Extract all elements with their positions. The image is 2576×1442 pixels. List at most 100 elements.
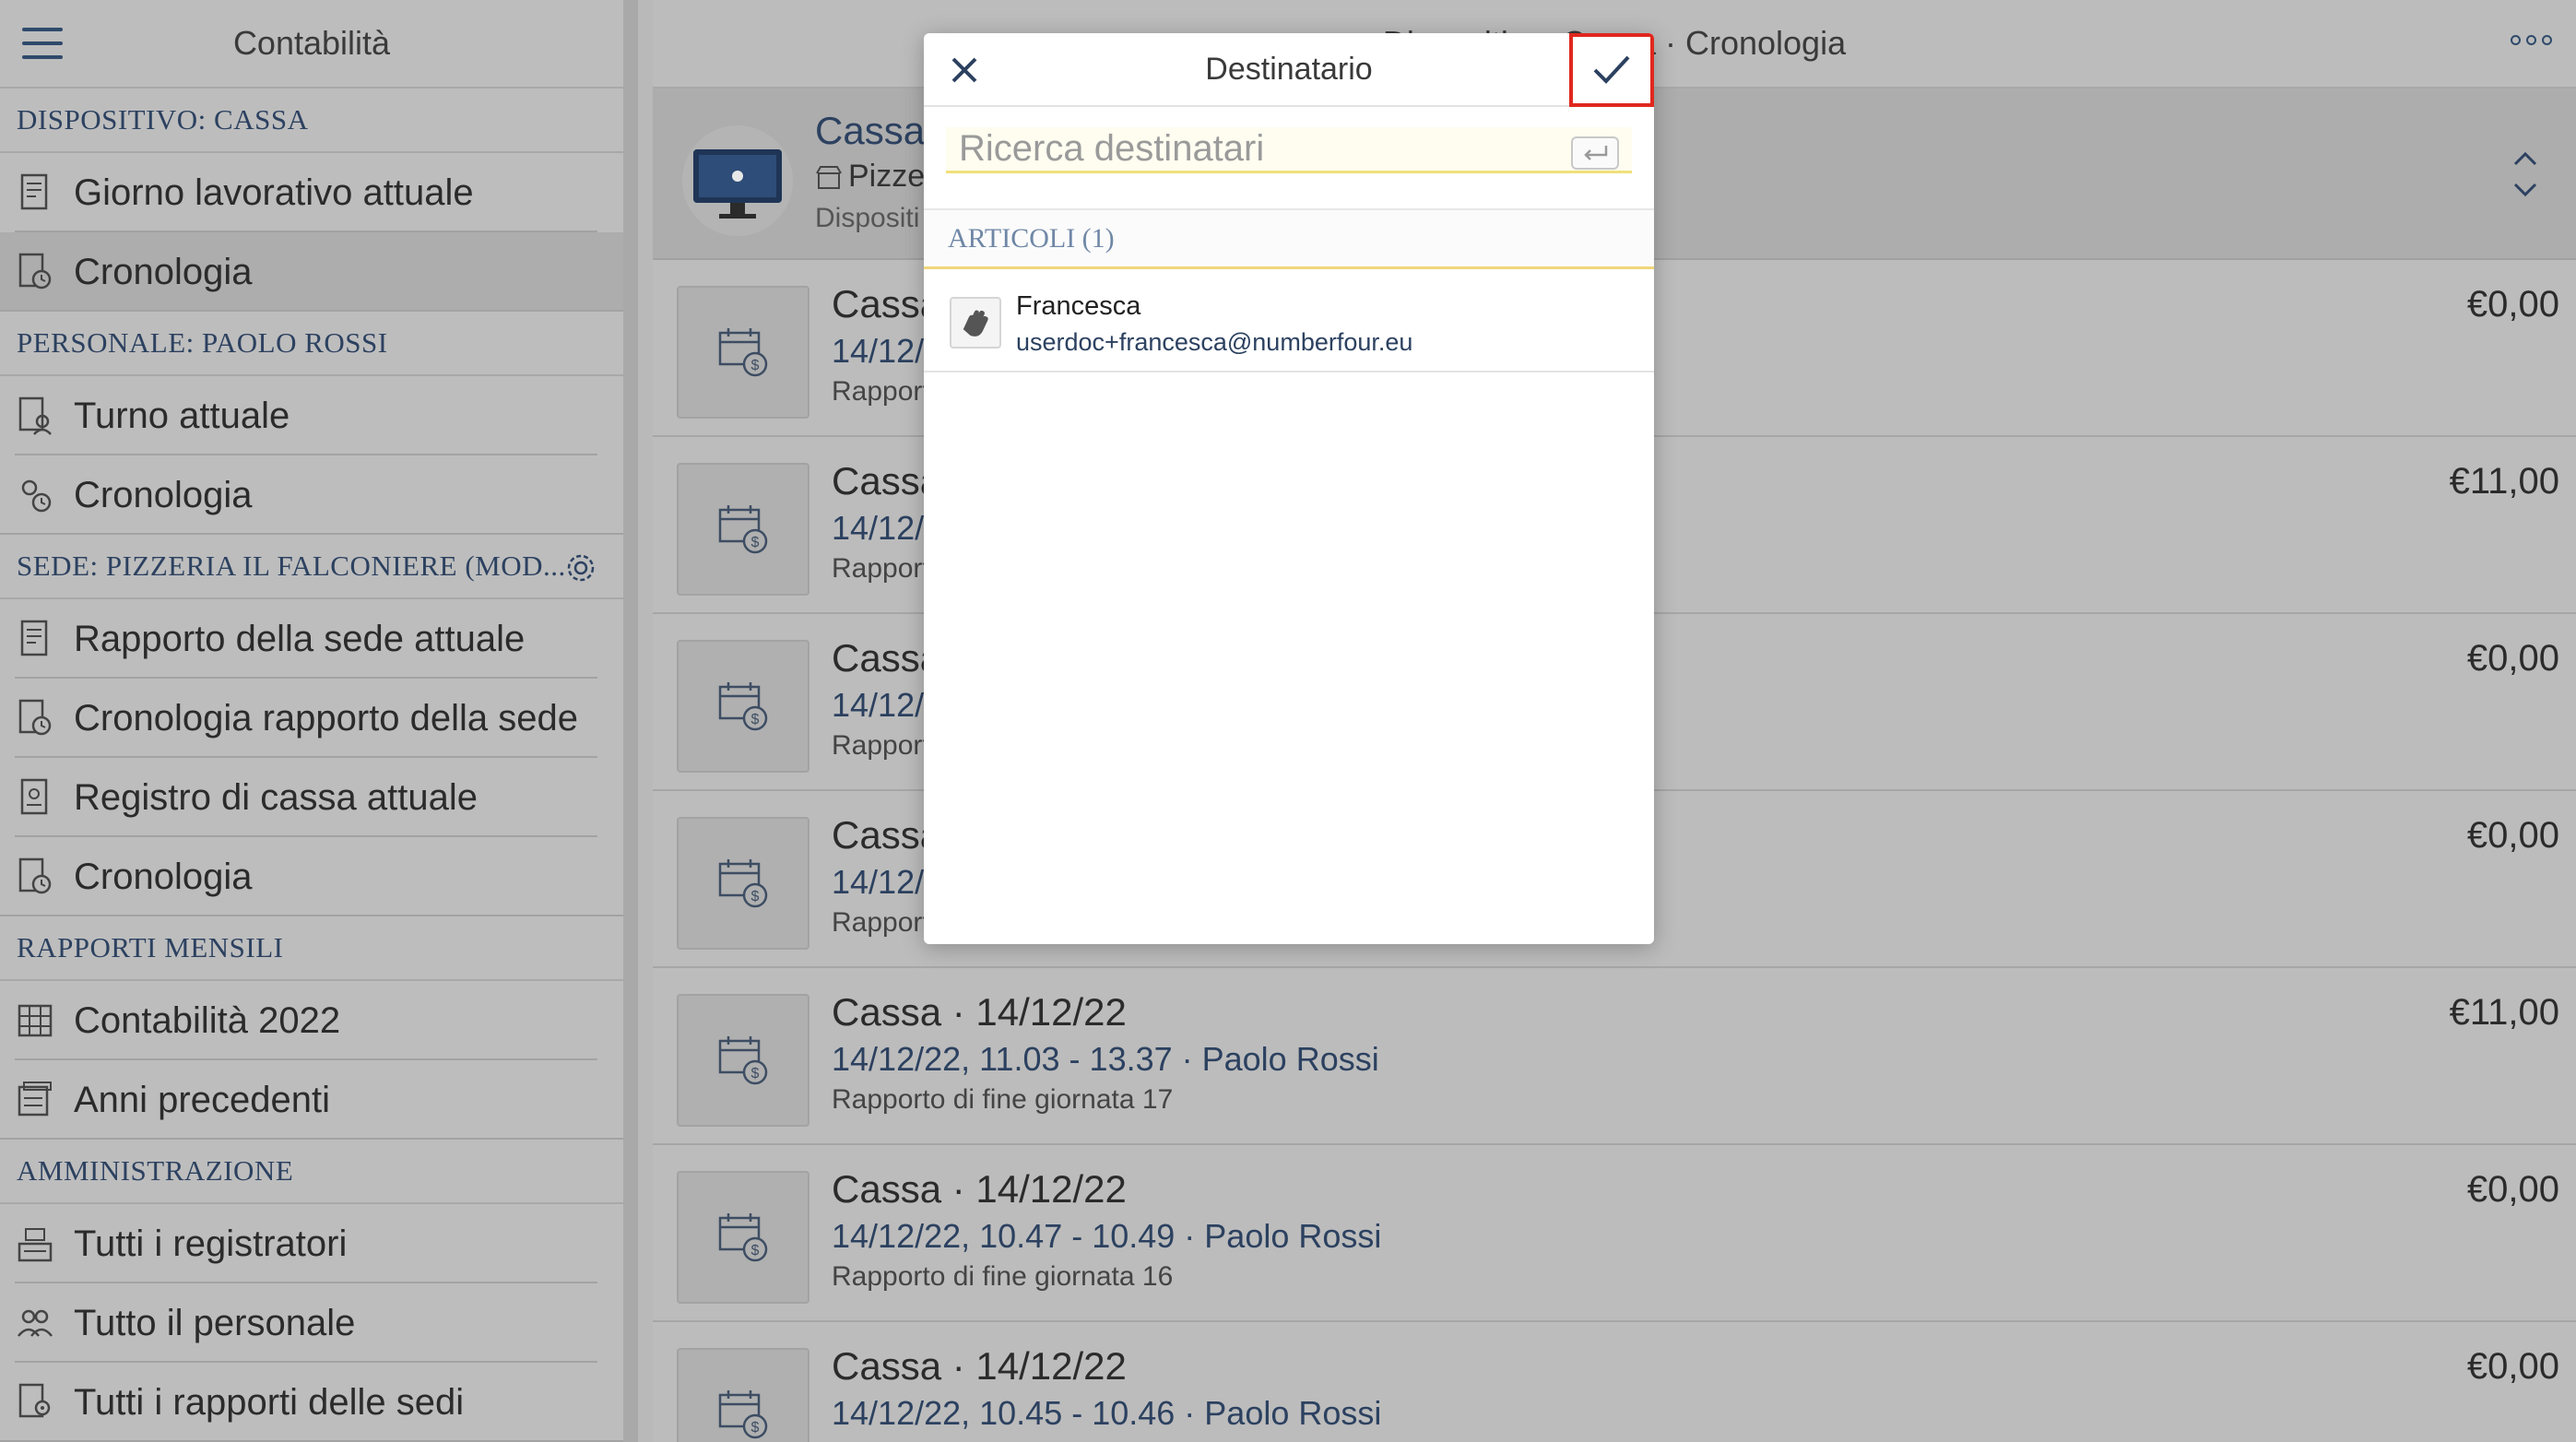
calendar-money-icon: $ — [718, 328, 768, 377]
calendar-money-icon: $ — [718, 859, 768, 908]
checkmark-icon — [1593, 55, 1630, 84]
gear-icon[interactable] — [564, 551, 597, 585]
history-report-icon — [18, 253, 52, 290]
sidebar-item-all-staff[interactable]: Tutto il personale — [0, 1283, 623, 1363]
report-thumbnail: $ — [677, 286, 809, 419]
sidebar-item-previous-years[interactable]: Anni precedenti — [0, 1060, 623, 1140]
section-admin: AMMINISTRAZIONE — [0, 1140, 623, 1204]
report-period: 14/12/22, 11.03 - 13.37 · Paolo Rossi — [832, 1040, 1379, 1078]
svg-text:$: $ — [751, 535, 760, 550]
store-icon — [816, 166, 842, 190]
report-amount: €0,00 — [2466, 638, 2559, 679]
people-icon — [18, 1309, 53, 1337]
recipient-dialog: Destinatario ARTICOLI (1) Francesca user… — [924, 33, 1654, 944]
sidebar-item-label: Giorno lavorativo attuale — [74, 171, 474, 213]
sidebar-item-label: Tutti i registratori — [74, 1223, 348, 1264]
calendar-stack-icon — [18, 1082, 52, 1117]
sidebar-item-label: Turno attuale — [74, 395, 290, 436]
enter-key-icon[interactable] — [1571, 136, 1619, 170]
report-thumbnail: $ — [677, 640, 809, 773]
svg-text:$: $ — [751, 889, 760, 904]
svg-text:$: $ — [751, 358, 760, 373]
chevron-down-icon[interactable] — [2511, 181, 2539, 199]
sidebar-header: Contabilità — [0, 0, 623, 89]
shift-icon — [18, 396, 52, 435]
more-options-icon[interactable] — [2511, 35, 2552, 45]
report-amount: €0,00 — [2466, 815, 2559, 856]
report-thumbnail: $ — [677, 463, 809, 596]
report-amount: €0,00 — [2466, 1169, 2559, 1210]
chevron-up-icon[interactable] — [2511, 149, 2539, 168]
sidebar: Contabilità DISPOSITIVO: CASSA Giorno la… — [0, 0, 638, 1442]
sidebar-item-cash-register[interactable]: Registro di cassa attuale — [0, 758, 623, 837]
report-period: 14/12/22, 10.45 - 10.46 · Paolo Rossi — [832, 1394, 1382, 1432]
sidebar-item-location-history[interactable]: Cronologia — [0, 837, 623, 916]
sidebar-item-label: Anni precedenti — [74, 1079, 330, 1120]
report-thumbnail: $ — [677, 817, 809, 950]
sidebar-item-label: Cronologia — [74, 856, 253, 897]
report-amount: €0,00 — [2466, 1346, 2559, 1387]
report-amount: €11,00 — [2449, 461, 2559, 502]
sidebar-item-location-report[interactable]: Rapporto della sede attuale — [0, 599, 623, 679]
section-staff: PERSONALE: PAOLO ROSSI — [0, 312, 623, 376]
calendar-money-icon: $ — [718, 682, 768, 731]
report-subtitle: Rapport — [832, 730, 930, 761]
sidebar-title: Contabilità — [232, 24, 391, 62]
dialog-title: Destinatario — [1205, 52, 1373, 87]
sidebar-item-all-registers[interactable]: Tutti i registratori — [0, 1204, 623, 1283]
sidebar-item-current-shift[interactable]: Turno attuale — [0, 376, 623, 455]
monitor-icon — [682, 125, 793, 236]
report-title: Cassa · 14/12/22 — [832, 990, 1127, 1034]
sidebar-item-current-workday[interactable]: Giorno lavorativo attuale — [0, 153, 623, 232]
report-subtitle: Rapporto di fine giornata 16 — [832, 1261, 1174, 1292]
svg-text:$: $ — [751, 1243, 760, 1259]
svg-text:$: $ — [751, 1420, 760, 1436]
report-row[interactable]: $ Cassa · 14/12/22 14/12/22, 10.45 - 10.46… — [653, 1322, 2576, 1442]
calendar-grid-icon — [18, 1004, 53, 1037]
sidebar-item-label: Cronologia — [74, 251, 253, 292]
report-period: 14/12/ — [832, 509, 925, 547]
menu-icon[interactable] — [22, 28, 63, 59]
sidebar-item-label: Registro di cassa attuale — [74, 776, 479, 818]
report-row[interactable]: $ Cassa · 14/12/22 14/12/22, 11.03 - 13.37… — [653, 968, 2576, 1145]
sidebar-item-label: Cronologia — [74, 474, 253, 515]
history-icon — [21, 479, 52, 513]
sidebar-item-label: Rapporto della sede attuale — [74, 618, 526, 659]
section-location: SEDE: PIZZERIA IL FALCONIERE (MOD... — [0, 535, 623, 599]
history-report-icon — [18, 699, 52, 736]
report-subtitle: Rapporto di fine giornata 17 — [832, 1084, 1174, 1115]
report-icon — [20, 173, 48, 210]
section-monthly: RAPPORTI MENSILI — [0, 916, 623, 981]
cash-register-icon — [20, 778, 48, 815]
sidebar-item-staff-history[interactable]: Cronologia — [0, 455, 623, 535]
sidebar-item-all-location-reports[interactable]: Tutti i rapporti delle sedi — [0, 1363, 623, 1442]
device-location: Pizze — [815, 159, 925, 195]
device-location-text: Pizze — [848, 159, 926, 194]
report-subtitle: Rapport — [832, 553, 930, 584]
search-bar — [924, 107, 1654, 210]
report-period: 14/12/ — [832, 332, 925, 370]
sidebar-item-device-history[interactable]: Cronologia — [0, 232, 623, 312]
confirm-button[interactable] — [1569, 33, 1654, 107]
location-report-icon — [18, 1383, 51, 1418]
search-input[interactable] — [946, 127, 1632, 173]
section-device: DISPOSITIVO: CASSA — [0, 89, 623, 153]
sidebar-item-location-report-history[interactable]: Cronologia rapporto della sede — [0, 679, 623, 758]
sidebar-item-label: Tutto il personale — [74, 1302, 356, 1343]
calendar-money-icon: $ — [718, 1036, 768, 1085]
section-title: DISPOSITIVO: CASSA — [17, 103, 309, 136]
device-name: Cassa — [815, 109, 926, 152]
calendar-money-icon: $ — [718, 1213, 768, 1262]
section-title: PERSONALE: PAOLO ROSSI — [17, 326, 388, 359]
recipient-name: Francesca — [1016, 291, 1141, 321]
report-period: 14/12/22, 10.47 - 10.49 · Paolo Rossi — [832, 1217, 1382, 1255]
hand-icon — [950, 297, 1001, 349]
report-period: 14/12/ — [832, 863, 925, 901]
recipient-list-item[interactable]: Francesca userdoc+francesca@numberfour.e… — [924, 269, 1654, 372]
report-period: 14/12/ — [832, 686, 925, 724]
recipient-email: userdoc+francesca@numberfour.eu — [1016, 328, 1413, 356]
report-amount: €0,00 — [2466, 284, 2559, 325]
report-title: Cassa · 14/12/22 — [832, 1167, 1127, 1211]
report-row[interactable]: $ Cassa · 14/12/22 14/12/22, 10.47 - 10.49… — [653, 1145, 2576, 1322]
sidebar-item-accounting-2022[interactable]: Contabilità 2022 — [0, 981, 623, 1060]
